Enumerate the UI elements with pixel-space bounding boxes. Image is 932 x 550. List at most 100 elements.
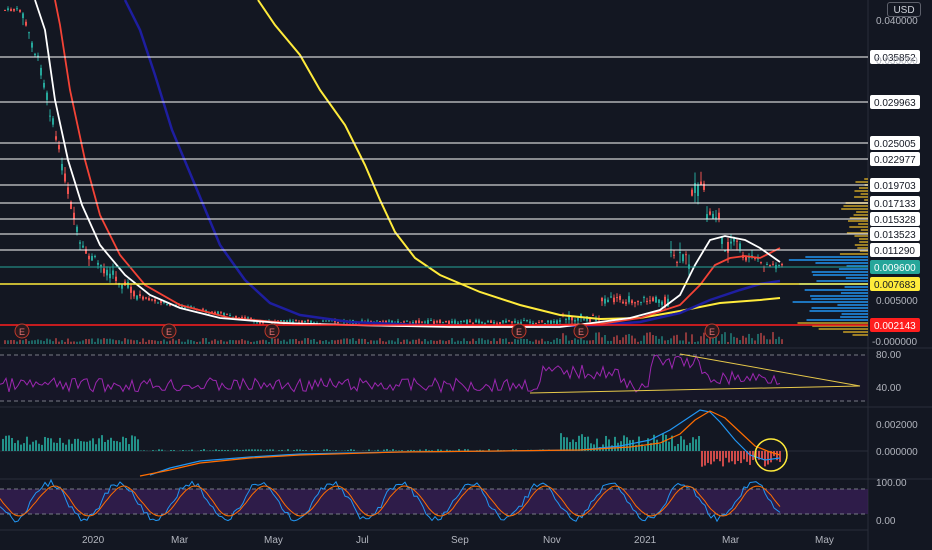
macd-histogram-bar — [56, 442, 58, 451]
volume-bar — [781, 339, 783, 344]
volume-bar — [418, 338, 420, 344]
volume-bar — [535, 339, 537, 344]
volume-profile — [788, 178, 868, 336]
candle-body — [91, 256, 93, 261]
volume-bar — [628, 334, 630, 344]
candle-body — [109, 273, 111, 279]
candle-body — [37, 55, 39, 57]
macd-histogram-bar — [677, 443, 679, 451]
candle-body — [601, 297, 603, 302]
candle-body — [148, 298, 150, 301]
macd-histogram-bar — [77, 438, 79, 451]
candle-body — [10, 9, 12, 12]
candle-body — [442, 322, 444, 324]
volume-bar — [10, 340, 12, 344]
level-badge-label: 0.025005 — [874, 139, 916, 150]
rsi-pane[interactable] — [0, 353, 868, 402]
candle-body — [328, 320, 330, 322]
macd-histogram-bar — [761, 451, 763, 460]
volume-bar — [43, 341, 45, 344]
volume-bar — [178, 338, 180, 344]
macd-histogram-bar — [632, 439, 634, 451]
volume-bar — [325, 340, 327, 344]
candle-body — [658, 299, 660, 303]
candle-body — [421, 321, 423, 323]
candle-body — [610, 296, 612, 298]
candle-body — [289, 320, 291, 322]
rsi-band — [0, 355, 868, 401]
candle-body — [640, 301, 642, 303]
volume-bar — [445, 341, 447, 344]
candle-body — [82, 245, 84, 248]
volume-bar — [502, 338, 504, 344]
macd-histogram-bar — [644, 446, 646, 451]
volume-bar — [286, 341, 288, 344]
macd-histogram-bar — [668, 441, 670, 451]
candle-body — [397, 321, 399, 323]
volume-bar — [529, 340, 531, 344]
volume-bar — [439, 339, 441, 344]
volume-bar — [481, 338, 483, 344]
macd-histogram — [2, 433, 781, 467]
candle-body — [730, 241, 732, 244]
macd-histogram-bar — [581, 434, 583, 451]
currency-badge[interactable]: USD — [887, 2, 921, 17]
volume-bar — [409, 341, 411, 344]
level-badge-label: 0.011290 — [874, 246, 915, 257]
time-axis[interactable]: 2020 Mar May Jul Sep Nov 2021 Mar May — [82, 535, 834, 546]
macd-histogram-bar — [410, 449, 412, 451]
macd-histogram-bar — [722, 451, 724, 467]
volume-bar — [52, 341, 54, 344]
candle-body — [700, 181, 702, 186]
ma-blue-line — [123, 0, 781, 328]
level-badge-label: 0.015328 — [874, 215, 916, 226]
volume-bar — [241, 339, 243, 344]
candle-body — [307, 320, 309, 322]
time-label-2021: 2021 — [634, 535, 657, 546]
candle-body — [574, 320, 576, 322]
chart-canvas[interactable]: 0.0358520.0299630.0250050.0229770.019703… — [0, 0, 932, 550]
volume-bar — [190, 340, 192, 344]
macd-histogram-bar — [749, 451, 751, 465]
volume-bar — [67, 338, 69, 344]
macd-histogram-bar — [23, 443, 25, 451]
volume-bar — [112, 339, 114, 344]
level-badge-label: 0.007683 — [874, 280, 916, 291]
volume-profile-bar — [840, 316, 868, 318]
candlestick-series — [4, 5, 783, 327]
macd-pane[interactable] — [0, 409, 868, 477]
volume-bar — [250, 341, 252, 344]
volume-bar — [532, 341, 534, 344]
macd-histogram-bar — [161, 449, 163, 451]
candle-body — [559, 320, 561, 322]
volume-bar — [379, 338, 381, 344]
time-label-sep: Sep — [451, 535, 469, 546]
macd-histogram-bar — [62, 442, 64, 451]
candle-body — [490, 320, 492, 324]
macd-histogram-bar — [425, 449, 427, 451]
volume-bar — [631, 335, 633, 344]
candle-body — [436, 321, 438, 323]
macd-histogram-bar — [248, 449, 250, 451]
candle-body — [139, 294, 141, 297]
macd-histogram-bar — [128, 444, 130, 451]
volume-profile-bar — [843, 331, 868, 333]
volume-bar — [424, 339, 426, 344]
volume-bar — [649, 332, 651, 344]
macd-histogram-bar — [701, 451, 703, 467]
volume-bar — [277, 338, 279, 344]
macd-histogram-bar — [71, 443, 73, 451]
macd-histogram-bar — [716, 451, 718, 460]
volume-bar — [160, 340, 162, 344]
macd-histogram-bar — [317, 450, 319, 451]
volume-bar — [748, 333, 750, 344]
volume-bar — [334, 340, 336, 344]
volume-bar — [169, 340, 171, 344]
candle-body — [676, 261, 678, 263]
price-pane[interactable] — [4, 0, 783, 344]
candle-body — [295, 320, 297, 322]
volume-bar — [658, 338, 660, 344]
macd-histogram-bar — [38, 443, 40, 451]
stoch-pane[interactable] — [0, 478, 868, 523]
candle-body — [466, 320, 468, 324]
